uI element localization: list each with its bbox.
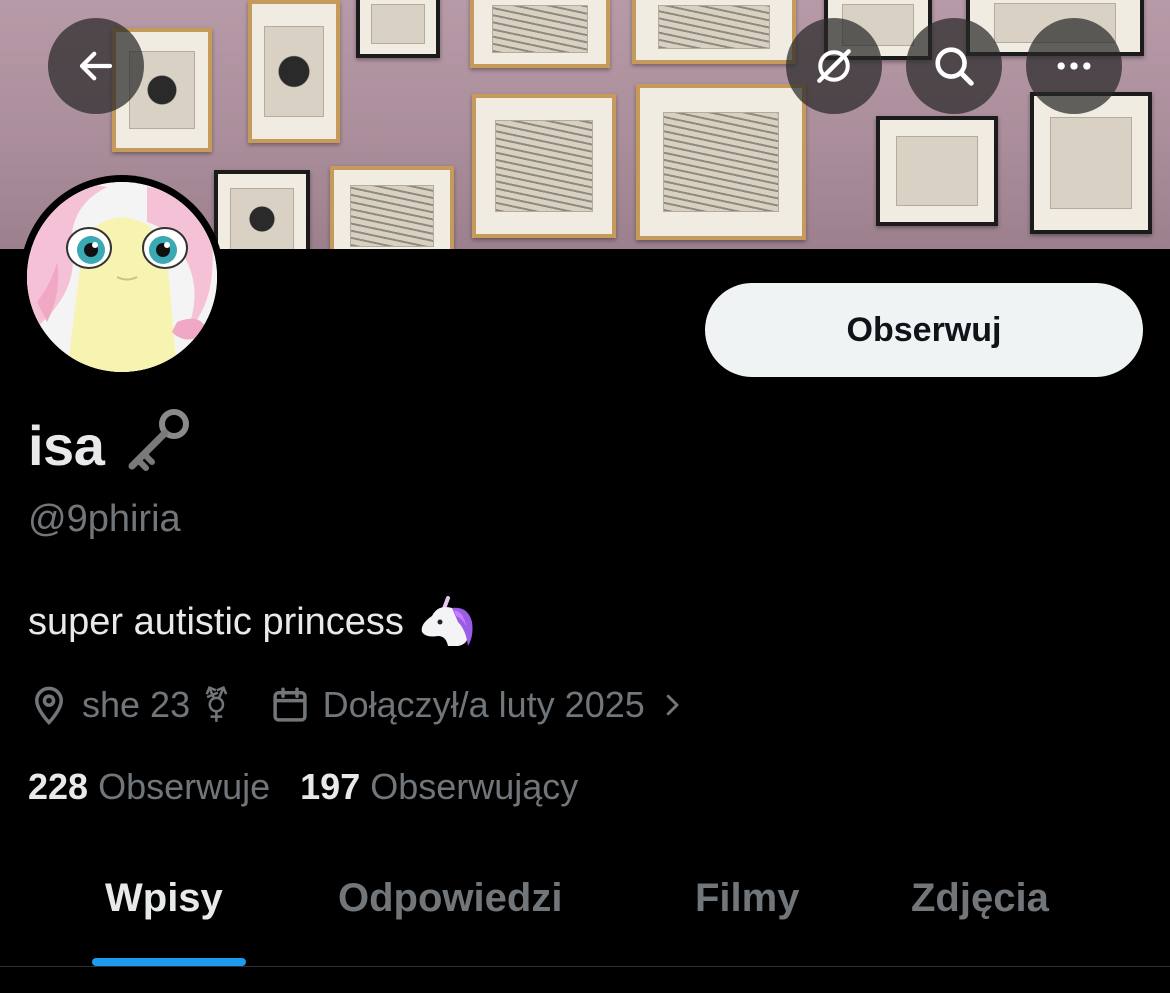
banner-frame [248, 0, 340, 143]
key-emoji [122, 408, 192, 483]
grok-icon [817, 49, 851, 83]
location-pin-icon [34, 686, 64, 726]
back-button[interactable] [48, 18, 144, 114]
followers-count: 197 [300, 766, 361, 807]
arrow-left-icon [79, 51, 113, 81]
profile-meta: she 23 ⚧ Dołączył/a luty 2025 [28, 680, 687, 730]
followers-link[interactable]: 197 Obserwujący [300, 766, 578, 808]
tab-zdjecia[interactable]: Zdjęcia [911, 876, 1049, 921]
more-horizontal-icon [1057, 62, 1091, 70]
calendar-icon [272, 687, 307, 722]
banner-frame [632, 0, 796, 64]
avatar-image [27, 182, 217, 372]
display-name-row: isa [28, 408, 192, 483]
bio-text: super autistic princess [28, 600, 404, 643]
following-link[interactable]: 228 Obserwuje [28, 766, 270, 808]
tabs-divider [0, 966, 1170, 967]
following-count: 228 [28, 766, 89, 807]
joined-item[interactable]: Dołączył/a luty 2025 [269, 684, 687, 726]
banner-frame [356, 0, 440, 58]
avatar[interactable] [20, 175, 224, 379]
active-tab-indicator [92, 958, 246, 966]
banner-frame [876, 116, 998, 226]
username-handle: @9phiria [28, 498, 181, 540]
chevron-right-icon [666, 694, 679, 716]
following-label: Obserwuje [98, 766, 271, 807]
search-icon [935, 47, 974, 86]
followers-label: Obserwujący [370, 766, 579, 807]
search-button[interactable] [906, 18, 1002, 114]
joined-text: Dołączył/a luty 2025 [322, 684, 645, 725]
more-button[interactable] [1026, 18, 1122, 114]
tab-wpisy[interactable]: Wpisy [105, 876, 223, 921]
unicorn-emoji-icon [421, 596, 473, 646]
display-name: isa [28, 413, 105, 477]
location-text: she 23 [82, 684, 191, 725]
tab-odpowiedzi[interactable]: Odpowiedzi [338, 876, 562, 921]
transgender-symbol: ⚧ [202, 686, 231, 724]
grok-button[interactable] [786, 18, 882, 114]
profile-tabs: Wpisy Odpowiedzi Filmy Zdjęcia [0, 858, 1170, 968]
location-item: she 23 ⚧ [28, 684, 231, 726]
banner-frame [470, 0, 610, 68]
banner-frame [1030, 92, 1152, 234]
old-key-icon [128, 408, 190, 471]
follow-button[interactable]: Obserwuj [705, 283, 1143, 377]
banner-frame [636, 84, 806, 240]
tab-filmy[interactable]: Filmy [695, 876, 799, 921]
follow-stats: 228 Obserwuje 197 Obserwujący [28, 766, 578, 808]
banner-frame [330, 166, 454, 249]
banner-frame [472, 94, 616, 238]
profile-bio: super autistic princess [28, 596, 474, 648]
banner-frame [214, 170, 310, 249]
